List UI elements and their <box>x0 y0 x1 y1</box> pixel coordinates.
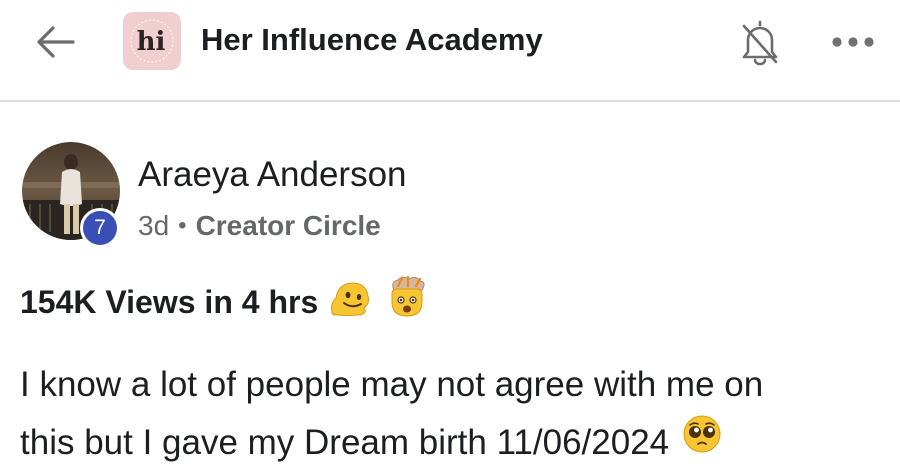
arrow-left-icon <box>37 26 75 58</box>
post-body-line-last: this but I gave my Dream birth 11/06/202… <box>20 413 890 471</box>
author-name[interactable]: Araeya Anderson <box>138 155 407 195</box>
more-horizontal-icon <box>832 37 874 47</box>
pleading-face-emoji <box>681 413 723 471</box>
group-header: hi Her Influence Academy <box>0 0 900 102</box>
melting-face-emoji <box>328 278 374 326</box>
post-title: 154K Views in 4 hrs <box>20 275 430 328</box>
group-title[interactable]: Her Influence Academy <box>201 22 543 58</box>
post-body-line: this but I gave my Dream birth 11/06/202… <box>20 423 670 462</box>
more-options-button[interactable] <box>828 24 878 60</box>
group-logo-mark: hi <box>130 19 174 63</box>
post-meta: 3d • Creator Circle <box>138 210 381 242</box>
post-body-line: I know a lot of people may not agree wit… <box>20 365 764 404</box>
bell-off-icon <box>742 20 778 66</box>
logo-text: hi <box>137 27 166 57</box>
post-title-text: 154K Views in 4 hrs <box>20 283 319 320</box>
back-button[interactable] <box>28 18 82 66</box>
meta-separator: • <box>178 212 187 239</box>
exploding-head-emoji <box>384 275 430 328</box>
group-logo[interactable]: hi <box>123 12 181 70</box>
post-timestamp: 3d <box>138 210 170 241</box>
post-body: I know a lot of people may not agree wit… <box>20 356 890 471</box>
post-circle-link[interactable]: Creator Circle <box>196 210 381 242</box>
notifications-toggle-button[interactable] <box>738 16 782 68</box>
author-level-badge: 7 <box>80 208 120 248</box>
